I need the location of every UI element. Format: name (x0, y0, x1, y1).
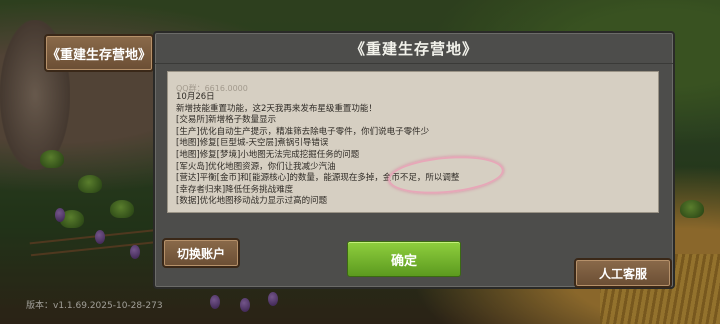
dialog-title: 《重建生存营地》 (155, 33, 673, 64)
note-line: [数据]优化地图移动战力显示过高的问题 (176, 196, 328, 207)
game-title-button[interactable]: 《重建生存营地》 (44, 34, 154, 72)
note-line: [生产]优化自动生产提示，精准筛去除电子零件，你们说电子零件少 (176, 126, 430, 137)
switch-account-button[interactable]: 切换账户 (162, 238, 240, 268)
note-line: [地图]修复[巨型城-天空层]煮锅引导错误 (176, 138, 329, 149)
version-label: 版本：v1.1.69.2025-10-28-273 (26, 301, 163, 311)
customer-support-button[interactable]: 人工客服 (574, 258, 672, 288)
note-line: [交易所]新增格子数量显示 (176, 115, 277, 126)
note-line: 新增技能重置功能，这2天我再来发布星级重置功能！ (176, 103, 377, 114)
confirm-button[interactable]: 确定 (347, 241, 461, 277)
note-line: 10月26日 (176, 92, 215, 102)
note-line: [地图]修复[梦境]小地图无法完成挖掘任务的问题 (176, 149, 360, 160)
partial-line: QQ群：6616.0000 (176, 84, 248, 92)
notes-scroll-area[interactable]: QQ群：6616.0000 10月26日 新增技能重置功能，这2天我再来发布星级重… (167, 71, 659, 213)
